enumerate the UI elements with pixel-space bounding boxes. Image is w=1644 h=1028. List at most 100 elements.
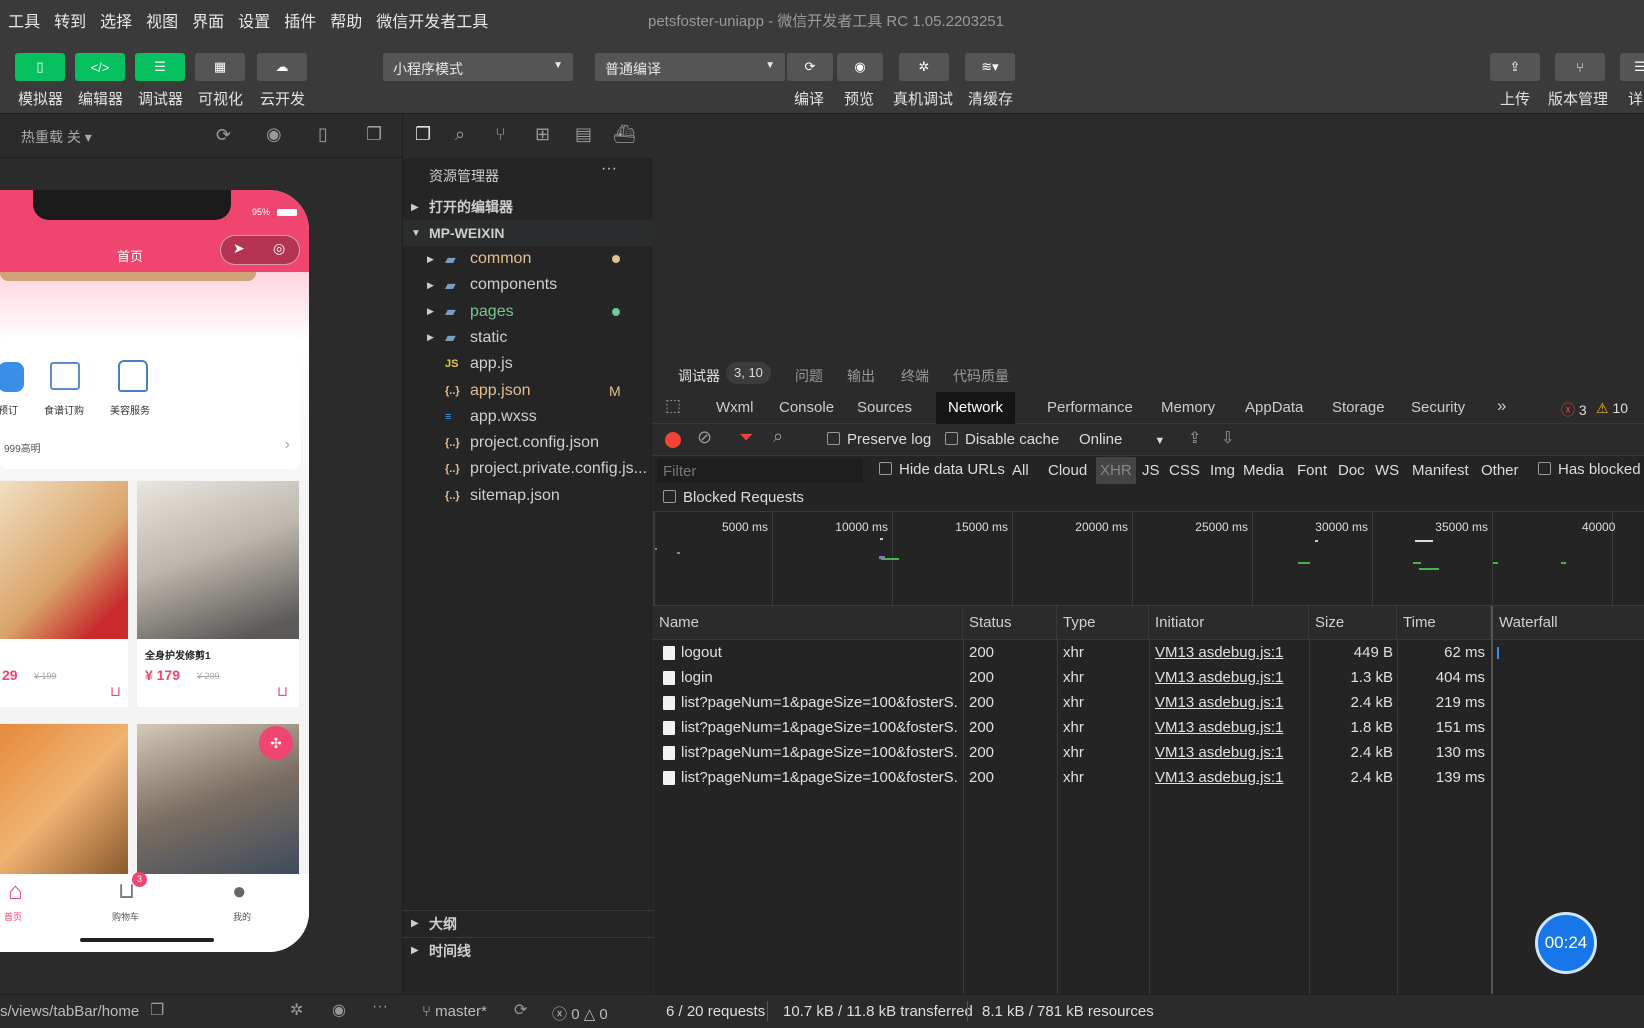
tab-network[interactable]: Network (936, 392, 1016, 424)
col-name[interactable]: Name (653, 606, 963, 640)
preserve-log-checkbox[interactable]: Preserve log (827, 431, 931, 448)
tab-sources[interactable]: Sources (845, 392, 924, 424)
notice-bar[interactable]: 999高明 › (0, 432, 300, 462)
outline-section[interactable]: ▶ 大纲 (403, 910, 653, 936)
search-icon[interactable]: ⌕ (455, 124, 465, 145)
filter-xhr[interactable]: XHR (1096, 457, 1136, 484)
product-image-poodle[interactable] (137, 481, 299, 639)
menu-tools[interactable]: 工具 (1, 8, 47, 32)
menu-view[interactable]: 视图 (139, 8, 185, 32)
bug-icon[interactable]: ✲ (290, 1000, 303, 1020)
menu-goto[interactable]: 转到 (47, 8, 93, 32)
clear-icon[interactable]: ⊘ (697, 427, 712, 448)
request-initiator[interactable]: VM13 asdebug.js:1 (1155, 644, 1305, 661)
request-initiator[interactable]: VM13 asdebug.js:1 (1155, 744, 1305, 761)
request-initiator[interactable]: VM13 asdebug.js:1 (1155, 669, 1305, 686)
menu-plugins[interactable]: 插件 (277, 8, 323, 32)
tree-item[interactable]: {..} sitemap.json (403, 483, 653, 509)
tab-console[interactable]: Console (767, 392, 846, 424)
grooming-icon[interactable] (118, 360, 148, 392)
tree-item[interactable]: {..} app.json M (403, 378, 653, 404)
details-button[interactable]: ☰ (1620, 53, 1644, 81)
category-grooming[interactable]: 美容服务 (110, 402, 150, 417)
record-icon[interactable]: ◉ (266, 124, 282, 145)
home-icon[interactable]: ⌂ (8, 878, 23, 906)
sync-icon[interactable]: ⟳ (514, 1000, 527, 1020)
user-icon[interactable]: ● (232, 878, 247, 906)
filter-cloud[interactable]: Cloud (1048, 462, 1087, 479)
close-target-icon[interactable]: ◎ (273, 240, 285, 257)
request-initiator[interactable]: VM13 asdebug.js:1 (1155, 769, 1305, 786)
table-row[interactable]: list?pageNum=1&pageSize=100&fosterS... 20… (653, 715, 1644, 741)
tab-cart[interactable]: 购物车 (112, 910, 139, 923)
col-time[interactable]: Time (1397, 606, 1491, 640)
tab-wxml[interactable]: Wxml (704, 392, 766, 424)
recipe-icon[interactable] (50, 362, 80, 390)
search-icon[interactable]: ⌕ (773, 426, 783, 447)
import-har-icon[interactable]: ⇪ (1188, 428, 1201, 448)
category-recipes[interactable]: 食谱订购 (44, 402, 84, 417)
filter-doc[interactable]: Doc (1338, 462, 1365, 479)
table-row[interactable]: list?pageNum=1&pageSize=100&fosterS... 20… (653, 740, 1644, 766)
record-icon[interactable] (665, 432, 681, 448)
compile-select[interactable]: 普通编译 ▼ (595, 53, 785, 81)
tab-output[interactable]: 输出 (847, 366, 875, 386)
col-size[interactable]: Size (1309, 606, 1397, 640)
window-icon[interactable]: ❐ (366, 124, 382, 145)
compile-button[interactable]: ⟳ (787, 53, 833, 81)
disable-cache-checkbox[interactable]: Disable cache (945, 431, 1059, 448)
capsule-menu[interactable]: ➤ ◎ (220, 235, 300, 265)
mode-select[interactable]: 小程序模式 ▼ (383, 53, 573, 81)
booking-icon[interactable] (0, 362, 24, 392)
recording-timer[interactable]: 00:24 (1535, 912, 1597, 974)
tree-item[interactable]: ▶ ▰ common (403, 246, 653, 272)
source-control-icon[interactable]: ⑂ (495, 124, 506, 145)
rotate-icon[interactable]: ⟳ (216, 125, 231, 146)
filter-font[interactable]: Font (1297, 462, 1327, 479)
inspect-icon[interactable]: ⬚ (665, 396, 681, 416)
product-card-right[interactable]: 全身护发修剪1 ¥ 179 ¥ 209 ⊔ (137, 639, 299, 707)
filter-icon[interactable]: ⏷ (739, 427, 753, 448)
filter-css[interactable]: CSS (1169, 462, 1200, 479)
simulator-button[interactable]: ▯ (15, 53, 65, 81)
col-initiator[interactable]: Initiator (1149, 606, 1309, 640)
throttle-select[interactable]: Online ▼ (1079, 431, 1165, 448)
col-status[interactable]: Status (963, 606, 1057, 640)
more-icon[interactable]: ··· (372, 998, 388, 1016)
upload-button[interactable]: ⇪ (1490, 53, 1540, 81)
extensions-icon[interactable]: ⊞ (535, 124, 550, 145)
table-row[interactable]: logout 200 xhr VM13 asdebug.js:1 449 B 62 ms (653, 640, 1644, 666)
table-row[interactable]: list?pageNum=1&pageSize=100&fosterS... 20… (653, 765, 1644, 791)
tree-item[interactable]: ▶ ▰ static (403, 325, 653, 351)
tab-mine[interactable]: 我的 (233, 910, 251, 923)
filter-media[interactable]: Media (1243, 462, 1284, 479)
has-blocked-checkbox[interactable]: Has blocked (1538, 461, 1641, 478)
tab-debugger[interactable]: 调试器 (678, 366, 720, 386)
remote-debug-button[interactable]: ✲ (899, 53, 949, 81)
hide-data-urls-checkbox[interactable]: Hide data URLs (879, 461, 1005, 478)
save-icon[interactable]: ▤ (575, 124, 592, 145)
project-section[interactable]: ▼ MP-WEIXIN (403, 220, 653, 246)
col-type[interactable]: Type (1057, 606, 1149, 640)
tab-storage[interactable]: Storage (1320, 392, 1397, 424)
tree-item[interactable]: {..} project.config.json (403, 430, 653, 456)
filter-all[interactable]: All (1012, 462, 1029, 479)
tab-appdata[interactable]: AppData (1233, 392, 1315, 424)
cart-add-icon[interactable]: ⊔ (110, 683, 121, 700)
device-icon[interactable]: ▯ (318, 124, 328, 145)
filter-other[interactable]: Other (1481, 462, 1519, 479)
menu-help[interactable]: 帮助 (323, 8, 369, 32)
request-initiator[interactable]: VM13 asdebug.js:1 (1155, 694, 1305, 711)
open-editors-section[interactable]: ▶ 打开的编辑器 (403, 194, 653, 220)
tab-problems[interactable]: 问题 (795, 366, 823, 386)
files-icon[interactable]: ❐ (415, 124, 431, 145)
visual-button[interactable]: ▦ (195, 53, 245, 81)
timeline-section[interactable]: ▶ 时间线 (403, 937, 653, 963)
float-menu-icon[interactable]: ✣ (259, 726, 293, 760)
col-waterfall[interactable]: Waterfall (1491, 606, 1644, 640)
preview-button[interactable]: ◉ (837, 53, 883, 81)
table-row[interactable]: list?pageNum=1&pageSize=100&fosterS... 20… (653, 690, 1644, 716)
tab-performance[interactable]: Performance (1035, 392, 1145, 424)
eye-icon[interactable]: ◉ (332, 1000, 346, 1020)
editor-button[interactable]: </> (75, 53, 125, 81)
